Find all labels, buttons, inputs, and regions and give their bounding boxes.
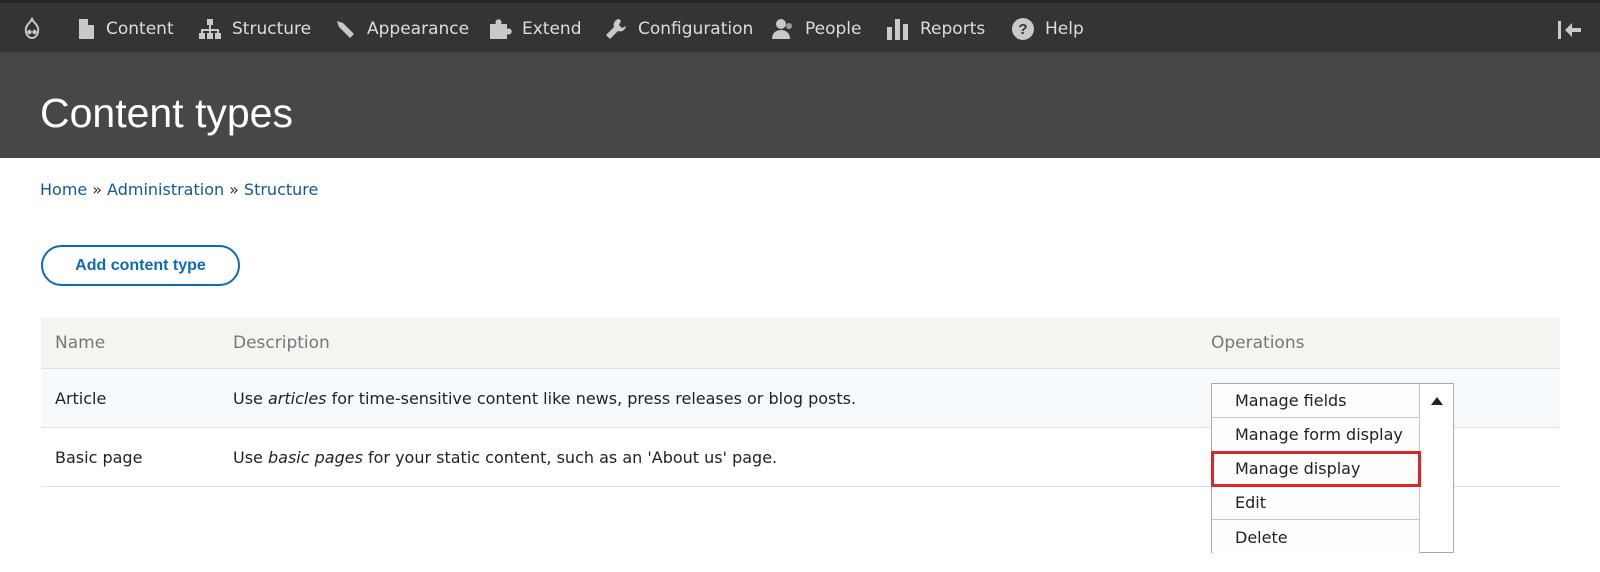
bar-chart-icon	[887, 19, 908, 40]
toolbar-configuration[interactable]: Configuration	[604, 6, 753, 52]
toolbar-collapse-icon[interactable]	[1558, 21, 1582, 43]
manage-fields-link[interactable]: Manage fields	[1212, 384, 1420, 418]
toolbar-reports[interactable]: Reports	[886, 6, 985, 52]
manage-form-display-link[interactable]: Manage form display	[1212, 418, 1420, 452]
breadcrumb: Home» Administration» Structure	[40, 180, 318, 199]
drupal-logo-icon[interactable]	[20, 6, 54, 52]
page-title: Content types	[40, 90, 293, 136]
toolbar-reports-label: Reports	[920, 19, 986, 39]
toolbar-appearance-label: Appearance	[367, 19, 470, 39]
breadcrumb-separator: »	[92, 180, 103, 199]
breadcrumb-administration-link[interactable]: Administration	[107, 180, 224, 199]
document-icon	[79, 19, 94, 39]
puzzle-icon	[490, 19, 512, 39]
toolbar-appearance[interactable]: Appearance	[333, 6, 469, 52]
toolbar-help[interactable]: ? Help	[1011, 6, 1084, 52]
toolbar-structure-label: Structure	[232, 19, 312, 39]
edit-link[interactable]: Edit	[1212, 486, 1420, 520]
help-icon: ?	[1012, 18, 1034, 40]
breadcrumb-structure-link[interactable]: Structure	[244, 180, 318, 199]
toolbar-extend-label: Extend	[522, 19, 582, 39]
toolbar-content-label: Content	[106, 19, 174, 39]
column-header-description: Description	[233, 333, 330, 353]
content-type-name: Basic page	[55, 448, 143, 467]
content-type-name: Article	[55, 389, 107, 408]
toolbar-configuration-label: Configuration	[638, 19, 754, 39]
toolbar-people[interactable]: People	[771, 6, 861, 52]
content-type-description: Use articles for time-sensitive content …	[233, 389, 857, 408]
svg-text:?: ?	[1018, 21, 1027, 38]
toolbar-people-label: People	[805, 19, 862, 39]
toolbar-structure[interactable]: Structure	[198, 6, 311, 52]
manage-display-link[interactable]: Manage display	[1211, 451, 1421, 487]
add-content-type-button[interactable]: Add content type	[41, 245, 240, 286]
operations-dropbutton: Manage fields Manage form display Manage…	[1211, 383, 1454, 554]
sitemap-icon	[199, 19, 221, 39]
page-header: Content types	[0, 52, 1600, 158]
admin-toolbar: Content Structure Appearance Extend Conf…	[0, 0, 1600, 52]
column-header-name: Name	[55, 333, 106, 353]
table-header: Name Description Operations	[41, 318, 1560, 369]
paintbrush-icon	[337, 21, 354, 38]
breadcrumb-separator: »	[229, 180, 239, 199]
person-icon	[772, 19, 792, 39]
toolbar-extend[interactable]: Extend	[488, 6, 582, 52]
breadcrumb-home-link[interactable]: Home	[40, 180, 87, 199]
toolbar-content[interactable]: Content	[76, 6, 174, 52]
toolbar-help-label: Help	[1045, 19, 1084, 39]
caret-up-icon	[1430, 397, 1443, 405]
delete-link[interactable]: Delete	[1212, 520, 1420, 554]
column-header-operations: Operations	[1211, 333, 1305, 353]
wrench-icon	[606, 19, 626, 39]
dropbutton-toggle[interactable]	[1420, 384, 1453, 418]
content-type-description: Use basic pages for your static content,…	[233, 448, 778, 467]
